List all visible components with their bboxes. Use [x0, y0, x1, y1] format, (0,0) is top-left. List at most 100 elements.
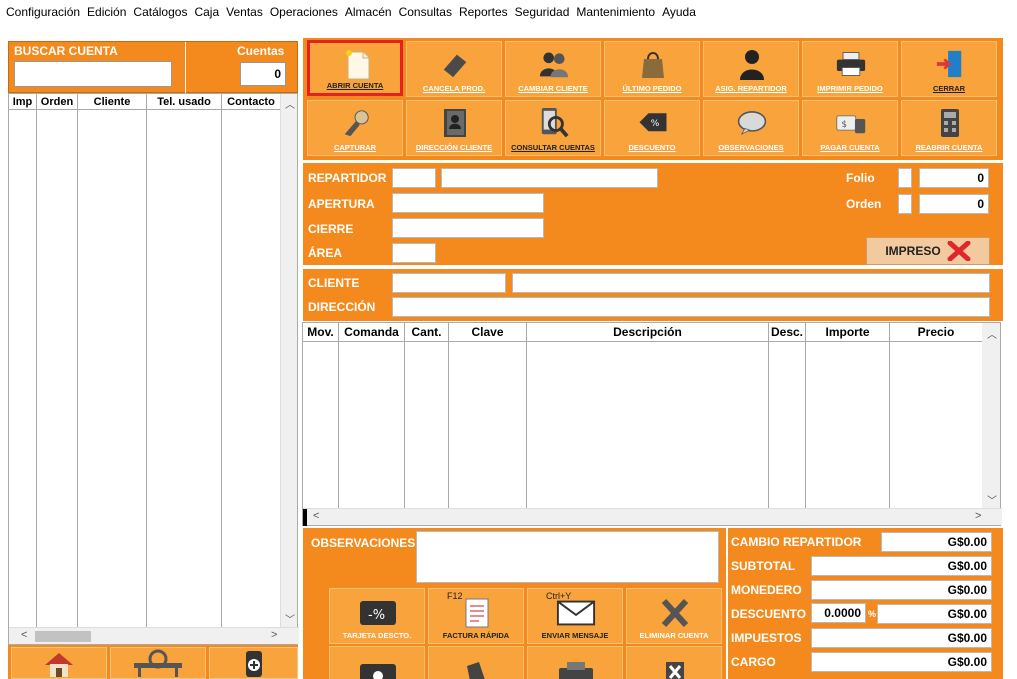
observations-textarea[interactable]	[416, 531, 719, 583]
vertical-scrollbar[interactable]: ︿ ﹀	[280, 94, 297, 628]
payment-card-button[interactable]	[329, 646, 425, 679]
menu-configuracion[interactable]: Configuración	[4, 5, 85, 19]
last-order-button[interactable]: ÚLTIMO PEDIDO	[604, 41, 700, 97]
col-cant[interactable]: Cant.	[405, 323, 449, 342]
reopen-account-button[interactable]: REABRIR CUENTA	[901, 100, 997, 156]
col-orden[interactable]: Orden	[37, 94, 78, 110]
col-precio[interactable]: Precio	[890, 323, 983, 342]
menu-ventas[interactable]: Ventas	[224, 5, 268, 19]
discount-total-value: G$0.00	[877, 604, 992, 624]
pay-account-button[interactable]: $ PAGAR CUENTA	[802, 100, 898, 156]
open-account-button[interactable]: ABRIR CUENTA	[307, 40, 403, 96]
closing-field[interactable]	[392, 218, 544, 238]
envelope-icon	[556, 597, 596, 629]
observations-button[interactable]: OBSERVACIONES	[703, 100, 799, 156]
vertical-scrollbar[interactable]: ︿ ﹀	[982, 323, 1000, 510]
menu-caja[interactable]: Caja	[192, 5, 224, 19]
print-order-button[interactable]: IMPRIMIR PEDIDO	[802, 41, 898, 97]
menu-ayuda[interactable]: Ayuda	[660, 5, 701, 19]
discount-button[interactable]: % DESCUENTO	[604, 100, 700, 156]
col-cliente[interactable]: Cliente	[78, 94, 147, 110]
discount-card-label: TARJETA DESCTO.	[342, 631, 412, 640]
quick-invoice-label: FACTURA RÁPIDA	[442, 631, 510, 640]
printed-status-button[interactable]: IMPRESO	[866, 237, 990, 265]
cancel-product-button[interactable]: CANCELA PROD.	[406, 41, 502, 97]
home-button[interactable]	[11, 647, 107, 679]
col-descripcion[interactable]: Descripción	[527, 323, 769, 342]
quick-invoice-button[interactable]: F12 FACTURA RÁPIDA	[428, 588, 524, 644]
cancel-document-icon	[655, 655, 695, 679]
query-accounts-button[interactable]: CONSULTAR CUENTAS	[505, 100, 601, 156]
remote-add-icon	[245, 651, 262, 677]
scroll-left-icon[interactable]: <	[313, 510, 319, 522]
client-address-button[interactable]: DIRECCIÓN CLIENTE	[406, 100, 502, 156]
menu-mantenimiento[interactable]: Mantenimiento	[574, 5, 660, 19]
area-field[interactable]	[392, 243, 436, 263]
scroll-right-icon[interactable]: >	[271, 629, 277, 641]
menu-operaciones[interactable]: Operaciones	[268, 5, 343, 19]
scroll-down-icon[interactable]: ﹀	[987, 492, 997, 507]
assign-courier-button[interactable]: ASIG. REPARTIDOR	[703, 41, 799, 97]
scroll-down-icon[interactable]: ﹀	[285, 611, 295, 626]
add-remote-button[interactable]	[209, 647, 298, 679]
discount-card-button[interactable]: -% TARJETA DESCTO.	[329, 588, 425, 644]
col-comanda[interactable]: Comanda	[339, 323, 405, 342]
bottom-panel: OBSERVACIONES -% TARJETA DESCTO. F12 FAC…	[303, 528, 1003, 679]
col-importe[interactable]: Importe	[806, 323, 890, 342]
col-mov[interactable]: Mov.	[303, 323, 339, 342]
delete-account-button[interactable]: ELIMINAR CUENTA	[626, 588, 722, 644]
subtotal-value: G$0.00	[811, 556, 992, 576]
discount-tag-icon: %	[638, 107, 668, 139]
address-field[interactable]	[392, 297, 990, 317]
col-imp[interactable]: Imp	[9, 94, 37, 110]
scroll-thumb[interactable]	[35, 631, 91, 642]
send-message-button[interactable]: Ctrl+Y ENVIAR MENSAJE	[527, 588, 623, 644]
menu-seguridad[interactable]: Seguridad	[513, 5, 575, 19]
discount-percent-field[interactable]: 0.0000	[811, 603, 866, 623]
print-ticket-button[interactable]	[527, 646, 623, 679]
scroll-thumb[interactable]	[303, 509, 307, 526]
close-button[interactable]: CERRAR	[901, 41, 997, 97]
col-tel-usado[interactable]: Tel. usado	[147, 94, 222, 110]
courier-id-field[interactable]	[392, 168, 436, 188]
menu-reportes[interactable]: Reportes	[457, 5, 513, 19]
client-id-field[interactable]	[392, 273, 506, 293]
col-contacto[interactable]: Contacto	[222, 94, 281, 110]
taxes-label: IMPUESTOS	[731, 631, 802, 645]
query-accounts-label: CONSULTAR CUENTAS	[511, 143, 595, 152]
order-detail-table[interactable]: Mov. Comanda Cant. Clave Descripción Des…	[302, 322, 1002, 526]
client-name-field[interactable]	[512, 273, 990, 293]
search-account-input[interactable]	[14, 61, 172, 87]
menu-catalogos[interactable]: Catálogos	[131, 5, 192, 19]
courier-name-field[interactable]	[441, 168, 658, 188]
scroll-right-icon[interactable]: >	[975, 510, 981, 522]
menu-almacen[interactable]: Almacén	[343, 5, 397, 19]
scroll-up-icon[interactable]: ︿	[285, 96, 295, 111]
pay-icon: $	[836, 107, 866, 139]
client-panel: CLIENTE DIRECCIÓN	[303, 269, 1003, 321]
invoice-icon	[457, 597, 497, 629]
menu-consultas[interactable]: Consultas	[397, 5, 457, 19]
house-icon	[45, 653, 73, 677]
change-client-button[interactable]: CAMBIAR CLIENTE	[505, 41, 601, 97]
cancel-ticket-button[interactable]	[428, 646, 524, 679]
capture-button[interactable]: CAPTURAR	[307, 100, 403, 156]
courier-change-value: G$0.00	[881, 532, 992, 552]
order-flag	[898, 194, 912, 214]
order-detail-header: Mov. Comanda Cant. Clave Descripción Des…	[303, 323, 983, 342]
scroll-up-icon[interactable]: ︿	[987, 326, 997, 341]
opening-field[interactable]	[392, 193, 544, 213]
payment-card-icon	[358, 655, 398, 679]
menu-edicion[interactable]: Edición	[85, 5, 131, 19]
accounts-table[interactable]: Imp Orden Cliente Tel. usado Contacto ︿ …	[8, 93, 299, 645]
tables-button[interactable]	[110, 647, 206, 679]
scroll-left-icon[interactable]: <	[21, 629, 27, 641]
horizontal-scrollbar[interactable]: < >	[303, 508, 1002, 526]
col-desc[interactable]: Desc.	[769, 323, 806, 342]
column-line	[769, 342, 806, 508]
discount-total-label: DESCUENTO	[731, 607, 807, 621]
col-clave[interactable]: Clave	[449, 323, 527, 342]
horizontal-scrollbar[interactable]: < >	[9, 627, 299, 644]
column-line	[303, 342, 339, 508]
cancel-print-button[interactable]	[626, 646, 722, 679]
